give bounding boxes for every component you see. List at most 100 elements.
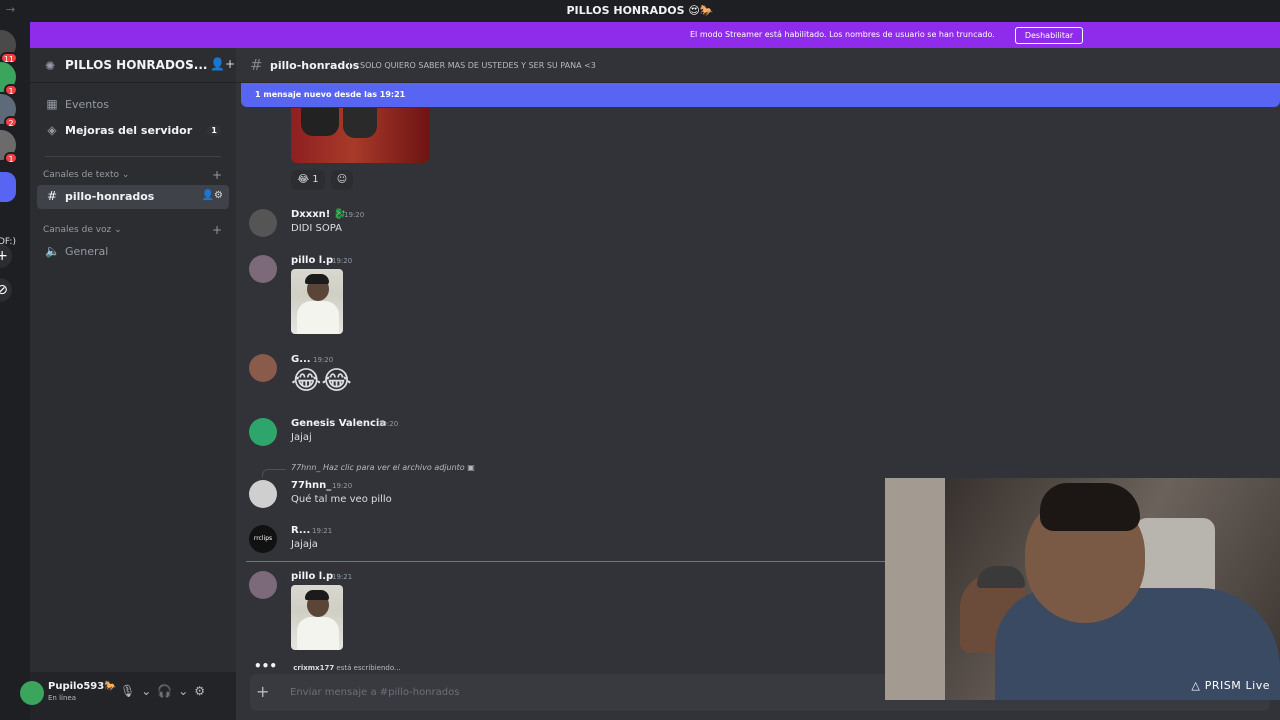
photo-shape xyxy=(297,301,339,334)
typing-text: está escribiendo... xyxy=(336,664,401,672)
message-author[interactable]: R... xyxy=(291,525,310,536)
create-voice-channel-icon[interactable]: + xyxy=(212,223,222,237)
new-messages-divider xyxy=(246,561,886,562)
reaction-laugh[interactable]: 😂 1 xyxy=(291,170,325,190)
category-text-channels[interactable]: Canales de texto ⌄ xyxy=(43,170,129,180)
username: Pupilo593🐎 xyxy=(48,681,117,692)
avatar[interactable] xyxy=(249,255,277,283)
video-hair xyxy=(1040,483,1140,531)
message-author[interactable]: 77hnn_ xyxy=(291,480,331,491)
avatar[interactable] xyxy=(249,209,277,237)
prism-live-logo: △ PRISM Live xyxy=(1191,679,1270,692)
video-background xyxy=(885,478,945,700)
server-icon[interactable]: 2 xyxy=(0,94,18,128)
user-status: En línea xyxy=(48,694,77,702)
server-header[interactable]: ✺ PILLOS HONRADOS... ⌄ 👤+ xyxy=(30,48,236,83)
disable-streamer-button[interactable]: Deshabilitar xyxy=(1015,27,1083,44)
message-timestamp: 19:21 xyxy=(332,573,353,581)
photo-shape xyxy=(297,617,339,650)
title-bar: → PILLOS HONRADOS 😍🐎 xyxy=(0,0,1280,22)
webcam-overlay: △ PRISM Live xyxy=(885,478,1280,700)
category-voice-channels[interactable]: Canales de voz ⌄ xyxy=(43,225,122,235)
message-content: DIDI SOPA xyxy=(291,223,342,234)
avatar[interactable] xyxy=(249,418,277,446)
channel-topic[interactable]: SOLO QUIERO SABER MAS DE USTEDES Y SER S… xyxy=(360,61,596,70)
avatar[interactable] xyxy=(249,571,277,599)
server-icon[interactable]: 1 xyxy=(0,62,18,96)
photo-shape xyxy=(343,108,377,138)
image-attachment[interactable] xyxy=(291,269,343,334)
message-timestamp: 19:20 xyxy=(332,482,353,490)
unread-badge: 1 xyxy=(4,152,18,164)
typing-dots-icon: ••• xyxy=(254,659,278,673)
brand-name: PRISM xyxy=(1204,679,1242,692)
video-cap xyxy=(977,566,1025,588)
avatar[interactable] xyxy=(249,480,277,508)
window-title: PILLOS HONRADOS 😍🐎 xyxy=(566,4,714,17)
server-icon[interactable]: 11 xyxy=(0,30,18,64)
channel-name: pillo-honrados xyxy=(65,190,155,203)
channel-settings-icons[interactable]: 👤⚙ xyxy=(202,190,223,201)
server-icon-active[interactable] xyxy=(0,172,16,202)
message-content: Qué tal me veo pillo xyxy=(291,494,392,505)
create-text-channel-icon[interactable]: + xyxy=(212,168,222,182)
invite-people-icon[interactable]: 👤+ xyxy=(210,57,235,71)
message-timestamp: 19:20 xyxy=(378,420,399,428)
unread-badge: 2 xyxy=(4,116,18,128)
message-author[interactable]: Genesis Valencia xyxy=(291,418,386,429)
avatar[interactable] xyxy=(249,354,277,382)
server-icon[interactable]: 1 xyxy=(0,130,18,164)
streamer-mode-message: El modo Streamer está habilitado. Los no… xyxy=(690,30,995,39)
add-reaction-button[interactable]: ☺ xyxy=(331,170,353,190)
chevron-down-icon[interactable]: ⌄ xyxy=(186,57,195,70)
add-server-icon[interactable]: + xyxy=(0,244,12,268)
channel-pillo-honrados[interactable]: # pillo-honrados 👤⚙ xyxy=(37,185,229,209)
calendar-icon: ▦ xyxy=(46,97,58,111)
message-content: 😂😂 xyxy=(291,366,352,396)
author-name: Dxxxn! xyxy=(291,209,331,220)
sidebar-item-boosts[interactable]: ◈ Mejoras del servidor 1 xyxy=(37,119,229,143)
channel-general-voice[interactable]: 🔈 General xyxy=(37,240,229,264)
message-author[interactable]: Dxxxn! 🐉 xyxy=(291,209,346,220)
reply-author: 77hnn_ xyxy=(291,463,321,472)
category-label: Canales de texto xyxy=(43,170,119,180)
boost-count-badge: 1 xyxy=(207,125,221,136)
channel-name: General xyxy=(65,245,109,258)
discover-icon[interactable]: ⊘ xyxy=(0,278,12,302)
image-attachment[interactable] xyxy=(291,585,343,650)
reply-text: Haz clic para ver el archivo adjunto xyxy=(322,463,465,472)
user-info[interactable]: Pupilo593🐎 En línea xyxy=(48,672,128,720)
avatar[interactable]: rrclips xyxy=(249,525,277,553)
sidebar-item-label: Eventos xyxy=(65,98,109,111)
message-author[interactable]: pillo l.p xyxy=(291,255,333,266)
reaction-emoji: 😂 xyxy=(297,174,310,185)
streamer-mode-banner: El modo Streamer está habilitado. Los no… xyxy=(30,22,1280,48)
brand-suffix: Live xyxy=(1245,679,1270,692)
image-attachment[interactable] xyxy=(291,108,429,163)
boost-icon: ◈ xyxy=(47,123,57,137)
user-panel: Pupilo593🐎 En línea 🎙⌄🎧⌄⚙ xyxy=(20,672,266,720)
image-icon: ▣ xyxy=(467,463,475,472)
attach-plus-icon[interactable]: + xyxy=(256,682,269,701)
photo-shape xyxy=(305,274,329,284)
typing-user: crixmx177 xyxy=(293,664,335,672)
avatar[interactable] xyxy=(20,681,44,705)
message-author[interactable]: G... xyxy=(291,354,311,365)
typing-indicator: ••• crixmx177 está escribiendo... xyxy=(254,659,401,673)
server-guide-icon: ✺ xyxy=(45,59,56,73)
sidebar-item-events[interactable]: ▦ Eventos xyxy=(37,93,229,117)
channel-title: pillo-honrados xyxy=(270,59,360,72)
channel-sidebar: ✺ PILLOS HONRADOS... ⌄ 👤+ ▦ Eventos ◈ Me… xyxy=(20,48,266,720)
category-label: Canales de voz xyxy=(43,225,112,235)
new-messages-bar[interactable]: 1 mensaje nuevo desde las 19:21 xyxy=(241,83,1280,107)
reply-preview[interactable]: 77hnn_ Haz clic para ver el archivo adju… xyxy=(291,463,475,472)
message-timestamp: 19:20 xyxy=(332,257,353,265)
reaction-count: 1 xyxy=(312,174,319,185)
add-reaction-icon: ☺ xyxy=(336,174,348,185)
message-content: Jajaj xyxy=(291,432,312,443)
message-author[interactable]: pillo l.p xyxy=(291,571,333,582)
message-content: Jajaja xyxy=(291,539,318,550)
speaker-icon: 🔈 xyxy=(45,244,60,258)
voice-controls[interactable]: 🎙⌄🎧⌄⚙ xyxy=(120,684,211,698)
header-divider xyxy=(349,58,350,72)
